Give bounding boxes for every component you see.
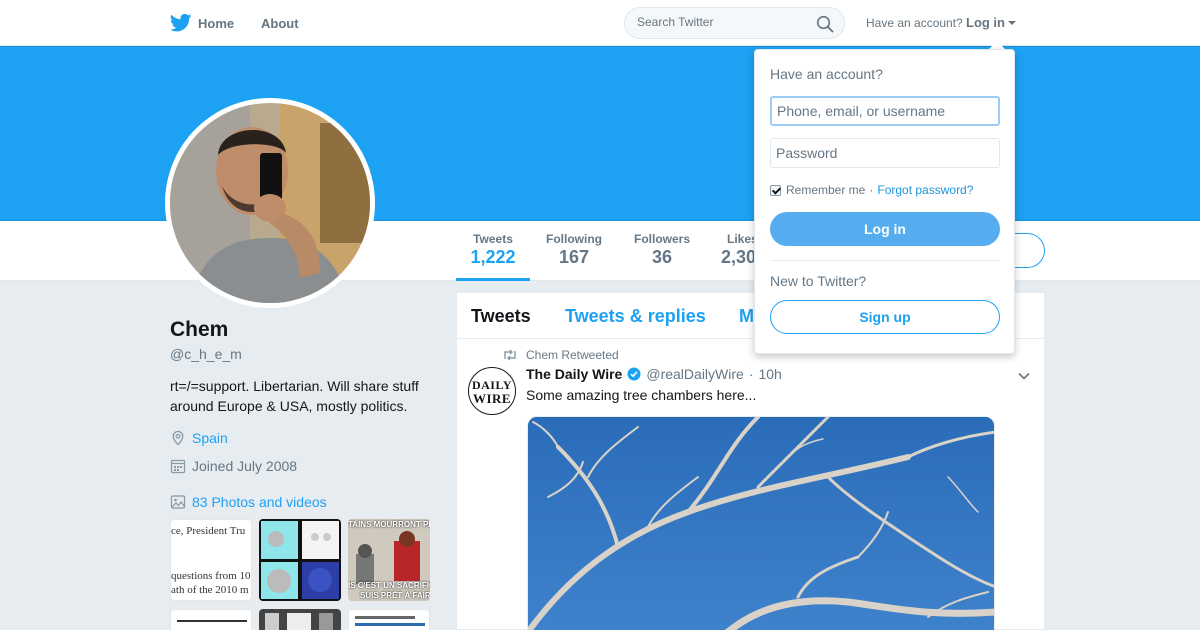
stat-followers-label: Followers bbox=[633, 232, 690, 246]
nav-home-link[interactable]: Home bbox=[170, 13, 234, 33]
dropdown-divider bbox=[770, 260, 1000, 261]
profile-bio-line: rt=/=support. Libertarian. Will share st… bbox=[170, 378, 419, 394]
active-stat-underline bbox=[456, 278, 530, 281]
login-button[interactable]: Log in bbox=[770, 212, 1000, 246]
tab-media[interactable]: M bbox=[739, 306, 754, 327]
stat-tweets[interactable]: Tweets 1,222 bbox=[456, 232, 530, 268]
username-field[interactable] bbox=[770, 96, 1000, 126]
top-nav-bar: Home About Have an account? Log in bbox=[0, 0, 1200, 46]
caret-down-icon[interactable] bbox=[1008, 21, 1016, 25]
stat-following-value: 167 bbox=[558, 247, 590, 267]
tweet-text: Some amazing tree chambers here... bbox=[526, 387, 757, 403]
stat-tweets-value: 1,222 bbox=[470, 247, 516, 267]
stat-followers[interactable]: Followers 36 bbox=[628, 232, 696, 268]
verified-badge-icon bbox=[627, 367, 641, 381]
tweet-separator: · bbox=[748, 366, 754, 382]
retweet-icon bbox=[504, 349, 516, 361]
photos-videos-label[interactable]: 83 Photos and videos bbox=[192, 494, 327, 510]
media-thumbnail[interactable] bbox=[259, 609, 341, 630]
tab-tweets[interactable]: Tweets bbox=[471, 306, 531, 327]
profile-joined-label: Joined July 2008 bbox=[192, 458, 298, 474]
thumbnail-text: ce, President Tru bbox=[171, 525, 246, 537]
stat-following[interactable]: Following 167 bbox=[540, 232, 608, 268]
login-dropdown-title: Have an account? bbox=[770, 66, 883, 82]
tweet-media[interactable] bbox=[527, 416, 995, 630]
nav-about-link[interactable]: About bbox=[261, 16, 299, 31]
tweet-author-name[interactable]: The Daily Wire bbox=[526, 366, 622, 382]
media-thumbnail[interactable] bbox=[259, 519, 341, 601]
stat-followers-value: 36 bbox=[651, 247, 673, 267]
media-thumbnail[interactable] bbox=[170, 609, 252, 630]
login-dropdown: Have an account? Remember me · Forgot pa… bbox=[754, 49, 1015, 354]
have-account-text: Have an account? bbox=[866, 16, 963, 30]
thumbnail-text: questions from 10 bbox=[171, 570, 251, 582]
tweet-timestamp[interactable]: 10h bbox=[758, 366, 781, 382]
password-field[interactable] bbox=[770, 138, 1000, 168]
search-box[interactable] bbox=[624, 7, 845, 39]
profile-name[interactable]: Chem bbox=[170, 318, 228, 342]
calendar-icon bbox=[170, 459, 186, 474]
login-dropdown-toggle[interactable]: Log in bbox=[966, 15, 1005, 30]
remember-me-checkbox[interactable] bbox=[770, 184, 781, 196]
image-icon bbox=[170, 495, 186, 509]
profile-bio: rt=/=support. Libertarian. Will share st… bbox=[170, 376, 440, 416]
profile-avatar-frame[interactable] bbox=[165, 98, 375, 308]
thumbnail-caption: TAINS MOURRONT PEUT- bbox=[348, 520, 430, 529]
tweet-header: The Daily Wire @realDailyWire · 10h bbox=[526, 366, 782, 382]
remember-me-label[interactable]: Remember me bbox=[786, 183, 865, 197]
forgot-password-link[interactable]: Forgot password? bbox=[877, 183, 973, 197]
avatar-logo-text: WIRE bbox=[472, 391, 512, 406]
tweet-author-avatar[interactable]: DAILY WIRE bbox=[468, 367, 516, 415]
remember-me-row: Remember me · Forgot password? bbox=[770, 183, 973, 197]
separator-dot: · bbox=[869, 183, 874, 197]
twitter-bird-icon bbox=[170, 13, 192, 32]
signup-button[interactable]: Sign up bbox=[770, 300, 1000, 334]
profile-location-label[interactable]: Spain bbox=[192, 430, 228, 446]
new-to-twitter-text: New to Twitter? bbox=[770, 273, 867, 289]
stat-following-label: Following bbox=[546, 232, 602, 246]
profile-bio-line: around Europe & USA, mostly politics. bbox=[170, 398, 408, 414]
media-thumbnail[interactable] bbox=[348, 609, 430, 630]
media-thumbnail[interactable]: TAINS MOURRONT PEUT- IS C'EST UN SACRIFI… bbox=[348, 519, 430, 601]
thumbnail-caption: IS C'EST UN SACRIFICE QU bbox=[348, 581, 430, 590]
media-thumbnail[interactable]: ce, President Tru questions from 10 ath … bbox=[170, 519, 252, 601]
search-input[interactable] bbox=[637, 15, 807, 29]
avatar-photo bbox=[170, 103, 370, 303]
location-pin-icon bbox=[172, 430, 184, 446]
tab-tweets-replies[interactable]: Tweets & replies bbox=[565, 306, 706, 327]
tweet-author-handle[interactable]: @realDailyWire bbox=[646, 366, 743, 382]
search-icon[interactable] bbox=[816, 15, 834, 33]
meme-comic-image bbox=[261, 521, 339, 599]
retweet-context: Chem Retweeted bbox=[502, 348, 619, 362]
thumbnail-text: ath of the 2010 m bbox=[171, 584, 249, 596]
nav-home-label: Home bbox=[198, 15, 235, 31]
profile-handle[interactable]: @c_h_e_m bbox=[170, 346, 242, 362]
stat-tweets-label: Tweets bbox=[473, 232, 513, 246]
tree-branches-photo bbox=[528, 417, 994, 630]
profile-joined: Joined July 2008 bbox=[170, 458, 297, 474]
thumbnail-caption: SUIS PRÊT À FAIRE bbox=[360, 591, 430, 600]
profile-location[interactable]: Spain bbox=[170, 430, 228, 446]
photos-videos-link[interactable]: 83 Photos and videos bbox=[170, 494, 327, 510]
chevron-down-icon[interactable] bbox=[1018, 372, 1030, 380]
avatar bbox=[170, 103, 370, 303]
retweet-label[interactable]: Chem Retweeted bbox=[526, 348, 619, 362]
